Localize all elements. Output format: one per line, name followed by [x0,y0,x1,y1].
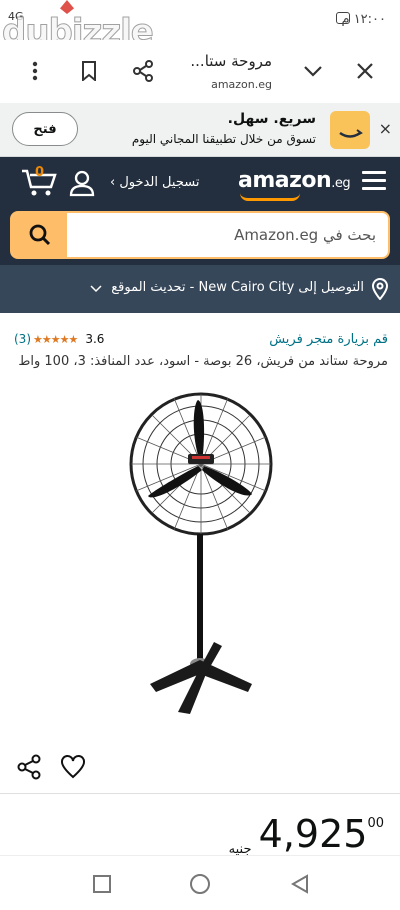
chevron-down-icon[interactable] [298,56,328,86]
logo-smile-icon [240,193,300,201]
chevron-down-icon [90,285,102,293]
open-app-button[interactable]: فتح [12,112,78,146]
browser-toolbar: مروحة ستا... amazon.eg [0,40,400,102]
delivery-location-text: التوصيل إلى New Cairo City - تحديث الموق… [111,280,364,295]
search-bar[interactable]: بحث في Amazon.eg [10,211,390,259]
rating-count: (3) [14,332,31,346]
bookmark-icon[interactable] [74,56,104,86]
clock: ١٢:٠٠ م [341,12,387,27]
search-icon [29,224,50,246]
banner-subtitle: تسوق من خلال تطبيقنا المجاني اليوم [131,132,316,146]
more-options-icon[interactable] [20,56,50,86]
logo-text: amazon [238,168,332,193]
amazon-app-icon [330,111,370,149]
product-image[interactable] [118,392,288,722]
delivery-location-bar[interactable]: التوصيل إلى New Cairo City - تحديث الموق… [0,265,400,313]
price-fraction: 00 [367,816,384,831]
star-rating-icon: ★★★★★ [33,332,78,346]
cart-count: 0 [35,165,45,180]
banner-title: سريع. سهل. [227,111,316,127]
user-icon[interactable] [68,169,96,197]
share-icon[interactable] [128,56,158,86]
system-navigation-bar [0,855,400,910]
app-install-banner: فتح سريع. سهل. تسوق من خلال تطبيقنا المج… [0,103,400,157]
share-icon[interactable] [16,754,42,780]
amazon-header: 0 تسجيل الدخول › amazon.eg بحث في Amazon… [0,157,400,265]
sign-in-link[interactable]: تسجيل الدخول › [110,175,199,190]
visit-store-link[interactable]: قم بزيارة متجر فريش [269,332,388,347]
close-icon[interactable] [350,56,380,86]
heart-icon[interactable] [60,754,86,780]
page-url: amazon.eg [211,78,272,91]
home-icon[interactable] [188,872,212,896]
product-price: جنيه 4,92500 [229,812,384,857]
product-title: مروحة ستاند من فريش، 26 بوصة - اسود، عدد… [18,354,388,369]
product-rating[interactable]: (3) ★★★★★ 3.6 [14,332,104,346]
rating-value: 3.6 [85,332,105,346]
location-pin-icon [371,278,389,300]
back-icon[interactable] [288,872,312,896]
logo-suffix: .eg [331,176,351,191]
amazon-logo[interactable]: amazon.eg [238,168,351,193]
price-whole: 4,925 [258,812,368,856]
dismiss-banner-button[interactable]: × [379,119,392,138]
recent-apps-icon[interactable] [90,872,114,896]
page-title: مروحة ستا... [190,52,272,70]
hamburger-menu-icon[interactable] [362,171,386,191]
screen: 4G ١٢:٠٠ م dubizzle مروحة ستا... amazon.… [0,0,400,910]
search-input[interactable]: بحث في Amazon.eg [234,226,376,244]
divider [0,793,400,794]
search-button[interactable] [12,213,67,257]
